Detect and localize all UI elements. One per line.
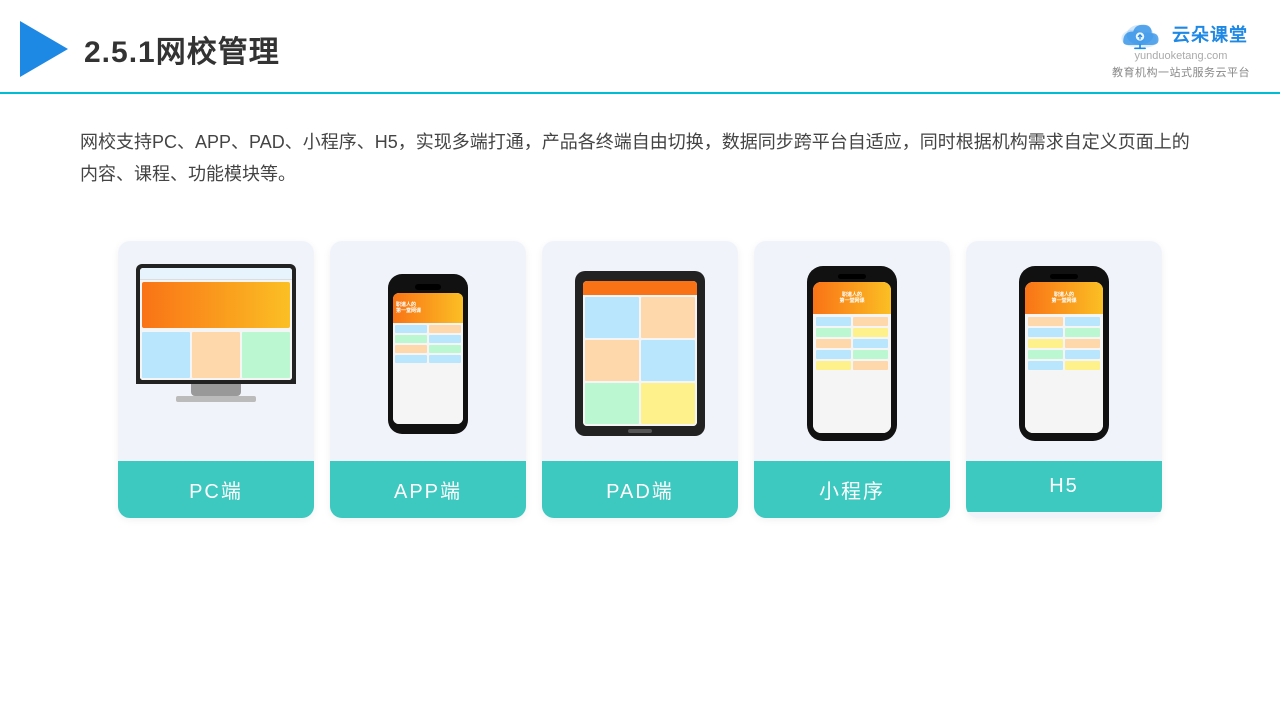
card-pad: PAD端 [542,241,738,518]
description-text: 网校支持PC、APP、PAD、小程序、H5，实现多端打通，产品各终端自由切换，数… [0,94,1280,201]
play-icon [20,21,68,77]
cards-container: PC端 职道人的第一堂网课 [0,211,1280,548]
page-title: 2.5.1网校管理 [84,27,280,71]
app-phone-icon: 职道人的第一堂网课 [388,274,468,434]
miniapp-phone-icon: 职道人的第一堂网课 [807,266,897,441]
card-miniapp: 职道人的第一堂网课 小程序 [754,241,950,518]
logo-area: 云朵课堂 yunduoketang.com 教育机构一站式服务云平台 [1112,18,1250,80]
logo-cloud: 云朵课堂 [1114,18,1248,50]
pad-tablet-icon [575,271,705,436]
header-left: 2.5.1网校管理 [20,21,280,77]
pc-monitor-icon [136,264,296,444]
description-content: 网校支持PC、APP、PAD、小程序、H5，实现多端打通，产品各终端自由切换，数… [80,132,1190,184]
card-h5-label: H5 [966,461,1162,512]
card-h5-image: 职道人的第一堂网课 [966,241,1162,461]
card-pad-image [542,241,738,461]
logo-text: 云朵课堂 [1172,21,1248,47]
card-pad-label: PAD端 [542,461,738,518]
h5-phone-icon: 职道人的第一堂网课 [1019,266,1109,441]
card-pc: PC端 [118,241,314,518]
logo-subtitle: 教育机构一站式服务云平台 [1112,64,1250,80]
card-pc-image [118,241,314,461]
card-pc-label: PC端 [118,461,314,518]
card-app: 职道人的第一堂网课 APP端 [330,241,526,518]
card-app-label: APP端 [330,461,526,518]
card-h5: 职道人的第一堂网课 H5 [966,241,1162,518]
cloud-logo-icon [1114,18,1166,50]
card-app-image: 职道人的第一堂网课 [330,241,526,461]
card-miniapp-label: 小程序 [754,461,950,518]
card-miniapp-image: 职道人的第一堂网课 [754,241,950,461]
logo-url: yunduoketang.com [1135,50,1228,62]
page-header: 2.5.1网校管理 云朵课堂 yunduoketang.com 教育机构一站式服… [0,0,1280,94]
